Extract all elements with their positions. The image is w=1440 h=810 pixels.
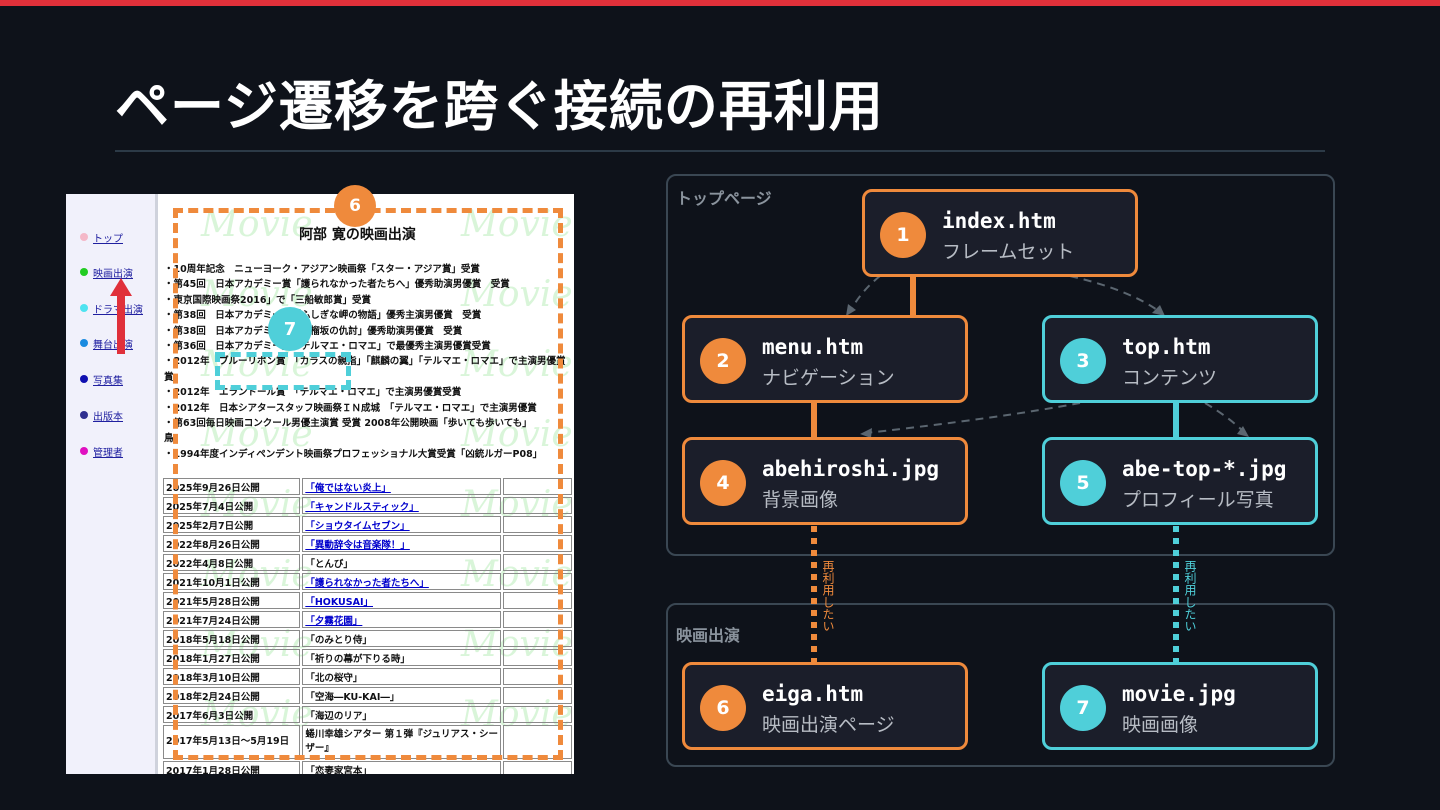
node-eiga: 6 eiga.htm 映画出演ページ bbox=[682, 662, 968, 750]
node-description: 映画画像 bbox=[1122, 714, 1199, 736]
node-description: コンテンツ bbox=[1122, 367, 1218, 389]
node-description: プロフィール写真 bbox=[1122, 489, 1274, 511]
reuse-label-orange: 再利用したい bbox=[821, 560, 835, 632]
node-number-badge: 7 bbox=[1060, 685, 1106, 731]
node-number-badge: 4 bbox=[700, 460, 746, 506]
node-description: 背景画像 bbox=[762, 489, 839, 511]
node-filename: menu.htm bbox=[762, 335, 864, 359]
node-menu: 2 menu.htm ナビゲーション bbox=[682, 315, 968, 403]
arrowhead bbox=[1237, 426, 1249, 437]
dep-index-top bbox=[1069, 275, 1161, 313]
node-number-badge: 1 bbox=[880, 212, 926, 258]
dep-top-photo bbox=[1204, 402, 1246, 434]
node-description: フレームセット bbox=[942, 241, 1075, 263]
node-filename: index.htm bbox=[942, 209, 1056, 233]
node-top: 3 top.htm コンテンツ bbox=[1042, 315, 1318, 403]
node-filename: abehiroshi.jpg bbox=[762, 457, 940, 481]
node-number-badge: 2 bbox=[700, 338, 746, 384]
node-description: ナビゲーション bbox=[762, 367, 895, 389]
dep-top-bg bbox=[865, 402, 1081, 434]
node-index: 1 index.htm フレームセット bbox=[862, 189, 1138, 277]
node-background-image: 4 abehiroshi.jpg 背景画像 bbox=[682, 437, 968, 525]
node-description: 映画出演ページ bbox=[762, 714, 895, 736]
node-profile-photo: 5 abe-top-*.jpg プロフィール写真 bbox=[1042, 437, 1318, 525]
node-filename: abe-top-*.jpg bbox=[1122, 457, 1287, 481]
node-number-badge: 5 bbox=[1060, 460, 1106, 506]
node-filename: eiga.htm bbox=[762, 682, 864, 706]
node-filename: top.htm bbox=[1122, 335, 1211, 359]
node-number-badge: 6 bbox=[700, 685, 746, 731]
dep-index-menu bbox=[849, 275, 881, 313]
node-filename: movie.jpg bbox=[1122, 682, 1236, 706]
node-movie-image: 7 movie.jpg 映画画像 bbox=[1042, 662, 1318, 750]
reuse-label-cyan: 再利用したい bbox=[1183, 560, 1197, 632]
node-number-badge: 3 bbox=[1060, 338, 1106, 384]
